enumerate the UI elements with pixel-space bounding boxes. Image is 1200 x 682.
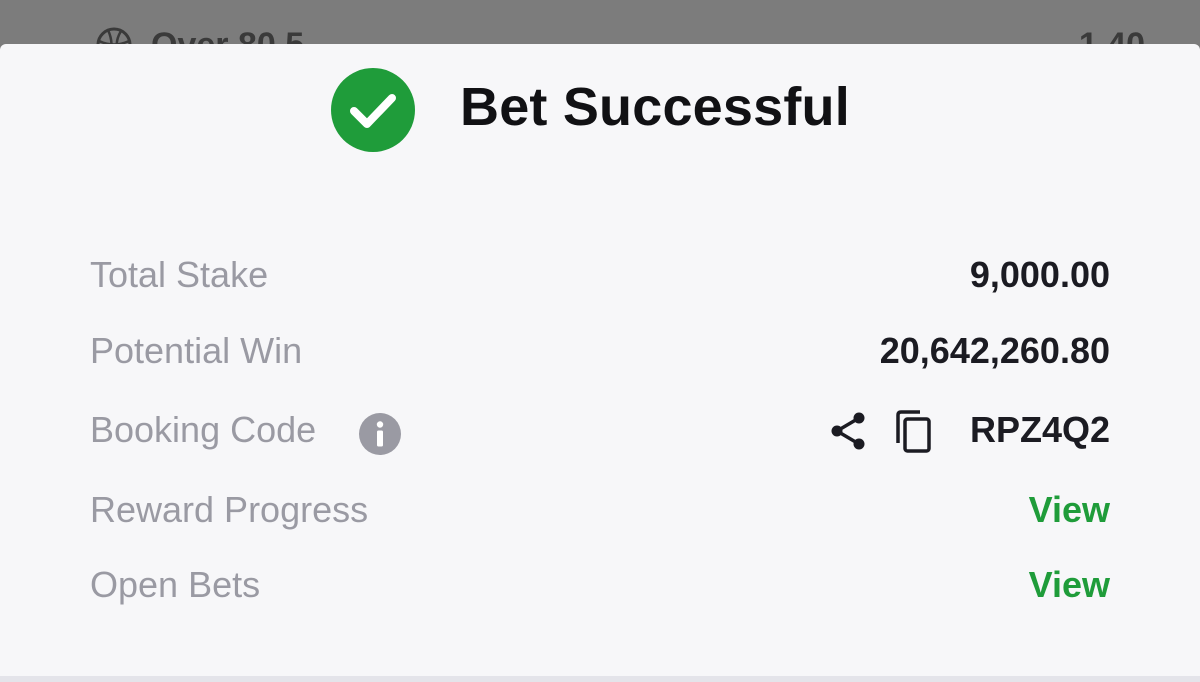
total-stake-value: 9,000.00 <box>969 254 1110 295</box>
copy-icon[interactable] <box>892 409 934 455</box>
open-bets-label: Open Bets <box>90 564 261 605</box>
potential-win-row: Potential Win 20,642,260.80 <box>90 326 1110 376</box>
check-circle-icon <box>331 68 415 152</box>
share-icon[interactable] <box>828 410 870 452</box>
dialog-title: Bet Successful <box>460 77 850 137</box>
backdrop-market-label: Over 80.5 <box>151 26 304 44</box>
open-bets-view-link[interactable]: View <box>1029 564 1110 606</box>
dialog-header: Bet Successful <box>0 66 1200 156</box>
basketball-icon <box>96 27 132 44</box>
total-stake-label: Total Stake <box>90 254 269 295</box>
reward-progress-row: Reward Progress View <box>90 485 1110 535</box>
open-bets-row: Open Bets View <box>90 560 1110 610</box>
potential-win-label: Potential Win <box>90 330 303 371</box>
reward-progress-label: Reward Progress <box>90 489 369 530</box>
booking-code-value[interactable]: RPZ4Q2 <box>970 409 1110 451</box>
total-stake-row: Total Stake 9,000.00 <box>90 250 1110 300</box>
booking-code-row: Booking Code RPZ4Q2 <box>90 405 1110 455</box>
potential-win-value: 20,642,260.80 <box>879 330 1110 371</box>
backdrop-odds: 1.40 <box>1079 26 1145 44</box>
backdrop-selection-row: Over 80.5 1.40 <box>95 24 1145 44</box>
info-icon[interactable] <box>358 412 402 456</box>
sheet-divider <box>0 676 1200 682</box>
reward-progress-view-link[interactable]: View <box>1029 489 1110 531</box>
booking-code-label: Booking Code <box>90 409 317 450</box>
background-bet-row: Over 80.5 1.40 <box>0 0 1200 44</box>
